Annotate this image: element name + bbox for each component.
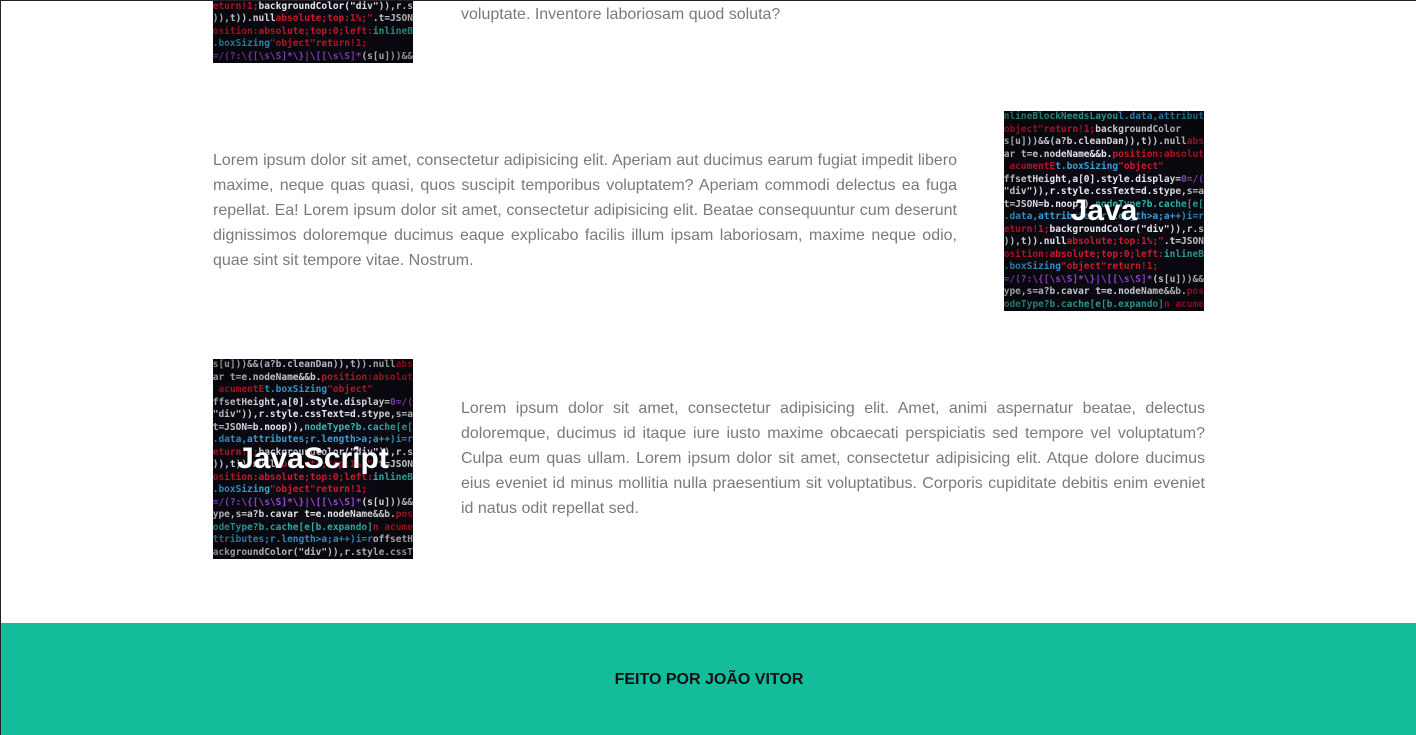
java-image: inlineBlockNeedsLayoul.data,attributes;r… xyxy=(1004,111,1204,311)
section-paragraph: voluptate. Inventore laboriosam quod sol… xyxy=(461,6,781,23)
image-label: Java xyxy=(1070,194,1138,227)
page: backgroundColor("div")),r.style.cssText=… xyxy=(0,0,1416,735)
image-label: JavaScript xyxy=(237,442,389,475)
footer-credit: FEITO POR JOÃO VITOR xyxy=(614,671,804,688)
code-image: backgroundColor("div")),r.style.cssText=… xyxy=(213,1,413,63)
javascript-image: (s[u]))&&(a?b.cleanDan)),t)).nullabsolut… xyxy=(213,359,413,559)
section-paragraph: Lorem ipsum dolor sit amet, consectetur … xyxy=(461,400,1205,517)
footer: FEITO POR JOÃO VITOR xyxy=(1,623,1416,735)
section-paragraph: Lorem ipsum dolor sit amet, consectetur … xyxy=(213,152,957,269)
